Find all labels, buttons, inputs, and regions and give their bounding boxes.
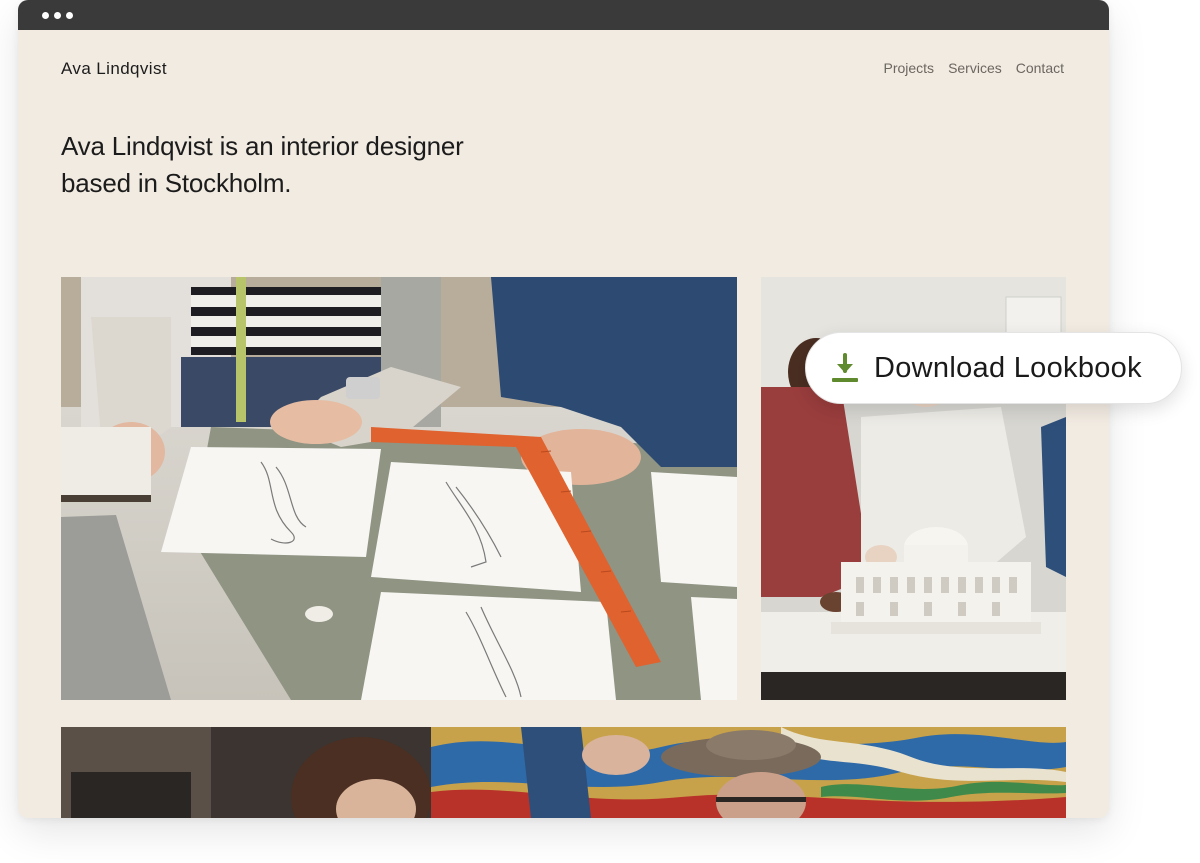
nav-projects[interactable]: Projects <box>883 60 934 76</box>
hero-headline: Ava Lindqvist is an interior designer ba… <box>61 128 521 202</box>
window-dot[interactable] <box>66 11 73 19</box>
nav-services[interactable]: Services <box>948 60 1002 76</box>
window-dot[interactable] <box>54 11 61 19</box>
main-nav: Projects Services Contact <box>883 60 1064 76</box>
window-titlebar <box>18 0 1109 30</box>
site-brand[interactable]: Ava Lindqvist <box>61 59 167 79</box>
download-lookbook-label: Download Lookbook <box>874 351 1142 384</box>
browser-window: Ava Lindqvist Projects Services Contact … <box>18 0 1109 818</box>
portfolio-page: Ava Lindqvist Projects Services Contact … <box>18 30 1109 818</box>
download-icon <box>832 353 858 382</box>
window-dot[interactable] <box>42 11 49 19</box>
headline-line-1: Ava Lindqvist is an interior designer <box>61 131 464 161</box>
photo-team-artwork <box>61 727 1066 818</box>
nav-contact[interactable]: Contact <box>1016 60 1064 76</box>
download-lookbook-button[interactable]: Download Lookbook <box>805 332 1182 404</box>
headline-line-2: based in Stockholm. <box>61 168 292 198</box>
photo-design-sketches <box>61 277 737 700</box>
